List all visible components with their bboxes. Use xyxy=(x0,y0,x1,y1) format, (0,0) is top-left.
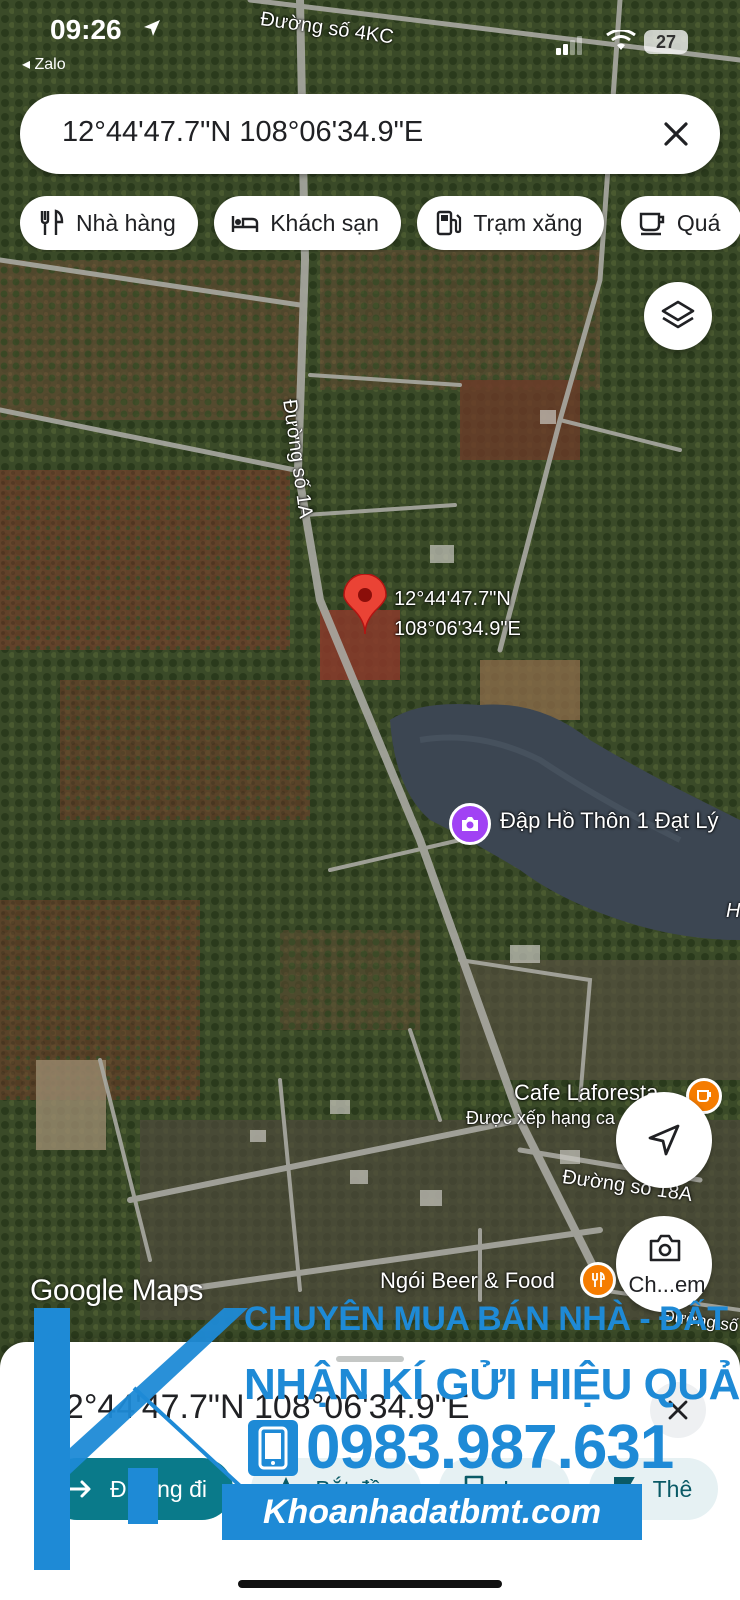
directions-label: Đường đi xyxy=(110,1475,207,1502)
start-label: Bắt đầu xyxy=(315,1475,395,1502)
poi-label-beer[interactable]: Ngói Beer & Food xyxy=(380,1268,555,1294)
poi-sublabel-cafe: Được xếp hạng ca xyxy=(466,1108,615,1128)
chip-label: Nhà hàng xyxy=(76,209,176,236)
home-indicator[interactable] xyxy=(238,1580,502,1588)
directions-icon xyxy=(68,1480,91,1498)
more-button[interactable]: Thê xyxy=(588,1458,719,1520)
map-layers-button[interactable] xyxy=(644,282,712,350)
more-label: Thê xyxy=(652,1475,693,1502)
close-icon xyxy=(668,1400,688,1420)
status-time: 09:26 xyxy=(50,14,122,45)
restaurant-icon xyxy=(592,1272,605,1287)
flag-icon xyxy=(613,1477,635,1502)
street-view-label: Ch...em xyxy=(628,1272,706,1297)
layers-icon xyxy=(661,300,695,329)
search-query[interactable]: 12°44'47.7"N 108°06'34.9"E xyxy=(62,116,423,149)
directions-button[interactable]: Đường đi xyxy=(46,1458,233,1520)
pin-coordinates-label: 12°44'47.7"N 108°06'34.9"E xyxy=(394,584,521,644)
chip-restaurants[interactable]: Nhà hàng xyxy=(20,196,198,250)
save-button[interactable]: Lưu xyxy=(439,1458,571,1520)
poi-marker-lake[interactable] xyxy=(449,803,491,845)
place-title: 12°44'47.7"N 108°06'34.9"E xyxy=(46,1388,470,1426)
navigation-icon xyxy=(275,1477,298,1501)
street-view-button[interactable]: Ch...em xyxy=(616,1216,712,1312)
chip-label: Trạm xăng xyxy=(473,209,583,236)
cafe-icon xyxy=(639,212,665,236)
chip-label: Khách sạn xyxy=(270,209,379,236)
wifi-icon xyxy=(606,30,636,50)
place-actions: Đường đi Bắt đầu Lưu Thê xyxy=(46,1458,732,1520)
lake-partial-label: H xyxy=(726,900,740,922)
back-to-app-link[interactable]: ◂ Zalo xyxy=(22,54,66,74)
navigation-arrow-icon xyxy=(648,1124,680,1156)
camera-icon xyxy=(649,1234,681,1262)
dropped-pin-icon[interactable] xyxy=(342,574,388,636)
save-label: Lưu xyxy=(503,1475,545,1502)
chip-cafes[interactable]: Quá xyxy=(620,196,740,250)
my-location-button[interactable] xyxy=(616,1092,712,1188)
pin-lng: 108°06'34.9"E xyxy=(394,618,521,640)
cellular-signal-icon xyxy=(556,36,584,55)
gas-station-icon xyxy=(437,210,462,236)
category-chips: Nhà hàng Khách sạn Trạm xăng Quá xyxy=(20,196,740,252)
start-button[interactable]: Bắt đầu xyxy=(251,1458,421,1520)
camera-icon xyxy=(462,817,478,831)
chip-hotels[interactable]: Khách sạn xyxy=(214,196,401,250)
chip-label: Quá xyxy=(676,209,721,236)
google-maps-logo: Google Maps xyxy=(30,1274,203,1307)
close-sheet-button[interactable] xyxy=(650,1382,706,1438)
restaurant-icon xyxy=(40,209,64,235)
search-bar[interactable]: 12°44'47.7"N 108°06'34.9"E xyxy=(20,94,720,174)
clear-search-icon[interactable] xyxy=(660,118,692,150)
hotel-icon xyxy=(232,216,259,232)
battery-indicator: 27 xyxy=(644,30,688,54)
poi-label-lake[interactable]: Đập Hồ Thôn 1 Đạt Lý xyxy=(500,808,719,834)
chip-gas-stations[interactable]: Trạm xăng xyxy=(417,196,605,250)
coffee-icon xyxy=(697,1090,711,1102)
poi-marker-beer[interactable] xyxy=(580,1262,616,1298)
pin-lat: 12°44'47.7"N xyxy=(394,588,511,610)
location-arrow-icon xyxy=(144,20,160,36)
sheet-drag-handle[interactable] xyxy=(336,1356,404,1362)
bookmark-icon xyxy=(464,1475,484,1503)
place-bottom-sheet[interactable]: 12°44'47.7"N 108°06'34.9"E Đường đi Bắt … xyxy=(0,1342,740,1600)
